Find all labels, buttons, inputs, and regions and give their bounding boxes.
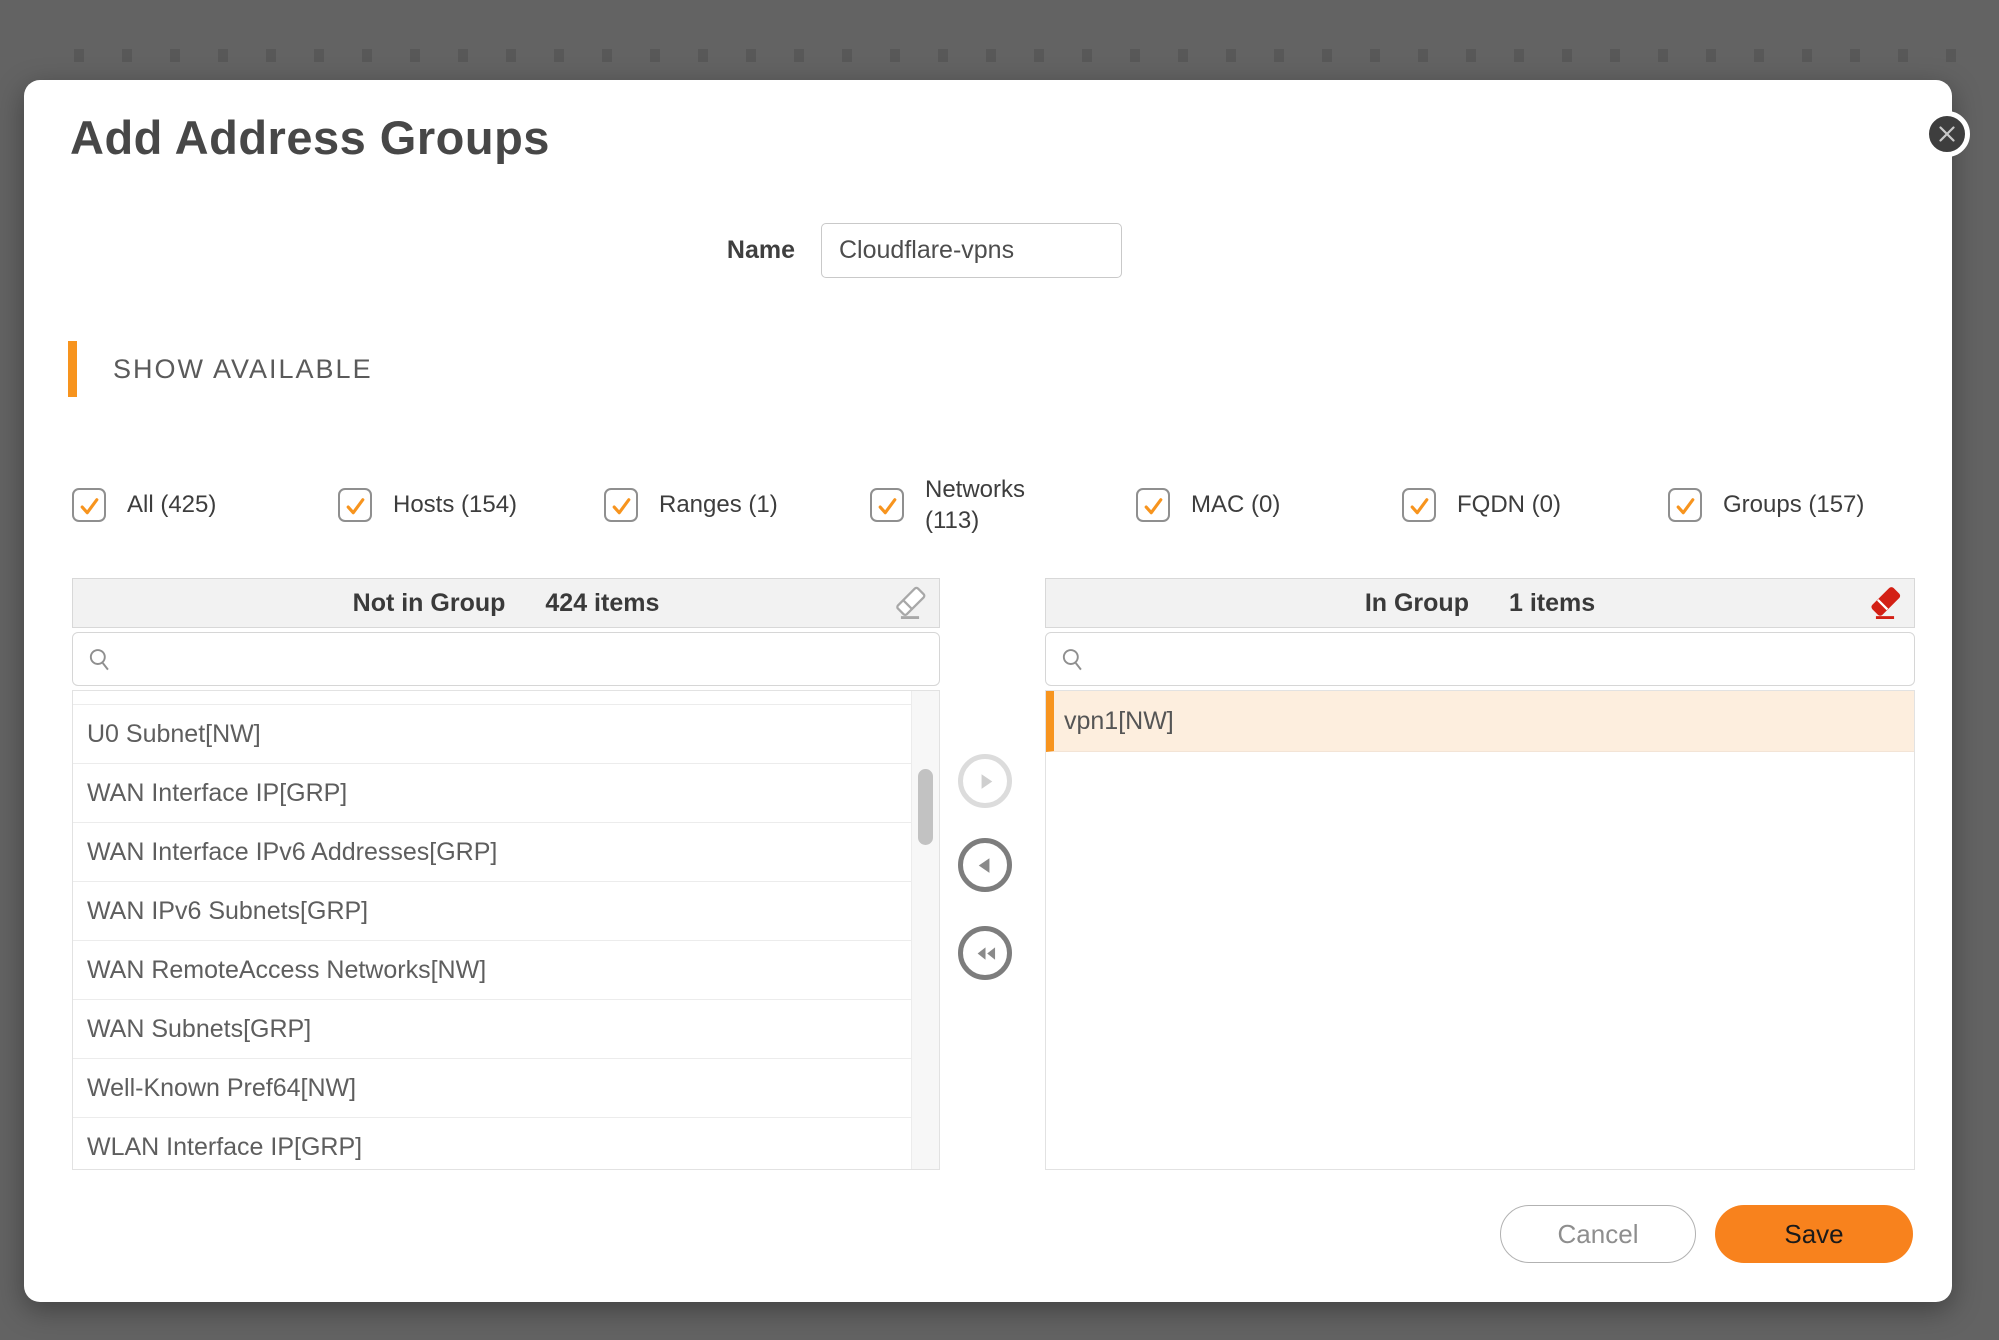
filter-checkbox-all[interactable]: All (425) [72,460,338,550]
screen: Add Address Groups Name SHOW AVAILABLE A… [0,0,1999,1340]
checkbox-icon[interactable] [1402,488,1436,522]
checkbox-icon[interactable] [604,488,638,522]
checkbox-icon[interactable] [1668,488,1702,522]
list-item[interactable]: WAN Interface IP[GRP] [73,764,912,823]
check-icon [1406,493,1433,520]
scrollbar-thumb[interactable] [918,769,933,845]
section-accent-bar [68,341,77,397]
list-item-label: vpn1[NW] [1064,707,1174,736]
search-input[interactable] [123,635,939,684]
list-item[interactable]: WAN IPv6 Subnets[GRP] [73,882,912,941]
save-button[interactable]: Save [1715,1205,1913,1263]
name-label: Name [644,236,795,265]
filter-label: Networks (113) [925,474,1043,536]
check-icon [1672,493,1699,520]
eraser-red-icon[interactable] [1868,587,1902,621]
list-item-label: WLAN Interface IP[GRP] [87,1133,362,1162]
name-row: Name [644,223,1122,278]
list-item-label: WAN IPv6 Subnets[GRP] [87,897,368,926]
close-icon [1934,121,1960,147]
arrow-left-icon [972,852,999,879]
move-right-button[interactable] [958,754,1012,808]
cancel-button[interactable]: Cancel [1500,1205,1696,1263]
list-item-label: WAN RemoteAccess Networks[NW] [87,956,486,985]
search-input[interactable] [1096,635,1914,684]
list-item[interactable]: WLAN Interface IP[GRP] [73,1118,912,1170]
double-arrow-left-icon [972,940,999,967]
scrollbar-track[interactable] [911,691,939,1169]
panel-count: 1 items [1509,589,1595,618]
list-item[interactable]: U0 Subnet[NW] [73,704,912,764]
search-box [72,632,940,686]
page-title: Add Address Groups [70,110,550,165]
list-item[interactable]: WAN RemoteAccess Networks[NW] [73,941,912,1000]
list-item-label: WAN Interface IPv6 Addresses[GRP] [87,838,497,867]
checkbox-icon[interactable] [870,488,904,522]
list-item-label: WAN Subnets[GRP] [87,1015,311,1044]
not-in-group-header: Not in Group 424 items [72,578,940,628]
filter-row: All (425) Hosts (154) Ranges (1) Networks (… [72,460,1934,550]
background-dots [74,49,1959,62]
not-in-group-panel: Not in Group 424 items [72,578,940,1170]
filter-label: MAC (0) [1191,489,1280,520]
filter-label: Groups (157) [1723,489,1864,520]
close-button[interactable] [1924,111,1970,157]
in-group-header: In Group 1 items [1045,578,1915,628]
list-item[interactable]: Well-Known Pref64[NW] [73,1059,912,1118]
in-group-panel: In Group 1 items [1045,578,1915,1170]
arrow-right-icon [972,768,999,795]
panel-title: In Group [1365,589,1469,618]
selected-list-item[interactable]: vpn1[NW] [1046,691,1914,752]
search-box [1045,632,1915,686]
eraser-icon[interactable] [893,587,927,621]
list-item[interactable]: WAN Subnets[GRP] [73,1000,912,1059]
filter-checkbox-groups[interactable]: Groups (157) [1668,460,1934,550]
check-icon [874,493,901,520]
panel-title: Not in Group [353,589,506,618]
list-item[interactable]: WAN Interface IPv6 Addresses[GRP] [73,823,912,882]
in-group-list: vpn1[NW] [1045,690,1915,1170]
filter-label: FQDN (0) [1457,489,1561,520]
move-left-button[interactable] [958,838,1012,892]
filter-checkbox-ranges[interactable]: Ranges (1) [604,460,870,550]
search-icon [86,646,113,673]
list-item-label: Well-Known Pref64[NW] [87,1074,356,1103]
filter-checkbox-fqdn[interactable]: FQDN (0) [1402,460,1668,550]
check-icon [608,493,635,520]
check-icon [342,493,369,520]
filter-label: Hosts (154) [393,489,517,520]
filter-checkbox-mac[interactable]: MAC (0) [1136,460,1402,550]
list-item-label: WAN Interface IP[GRP] [87,779,347,808]
add-address-groups-dialog: Add Address Groups Name SHOW AVAILABLE A… [24,80,1952,1302]
filter-checkbox-networks[interactable]: Networks (113) [870,460,1136,550]
name-input[interactable] [821,223,1122,278]
checkbox-icon[interactable] [1136,488,1170,522]
check-icon [1140,493,1167,520]
list-item-label: U0 Subnet[NW] [87,720,261,749]
filter-label: All (425) [127,489,216,520]
check-icon [76,493,103,520]
move-all-left-button[interactable] [958,926,1012,980]
checkbox-icon[interactable] [72,488,106,522]
checkbox-icon[interactable] [338,488,372,522]
search-icon [1059,646,1086,673]
filter-checkbox-hosts[interactable]: Hosts (154) [338,460,604,550]
section-header-label: SHOW AVAILABLE [113,354,373,385]
section-header: SHOW AVAILABLE [68,341,373,397]
filter-label: Ranges (1) [659,489,778,520]
not-in-group-list: U0 Subnet[NW] WAN Interface IP[GRP] WAN In… [72,690,940,1170]
panel-count: 424 items [545,589,659,618]
